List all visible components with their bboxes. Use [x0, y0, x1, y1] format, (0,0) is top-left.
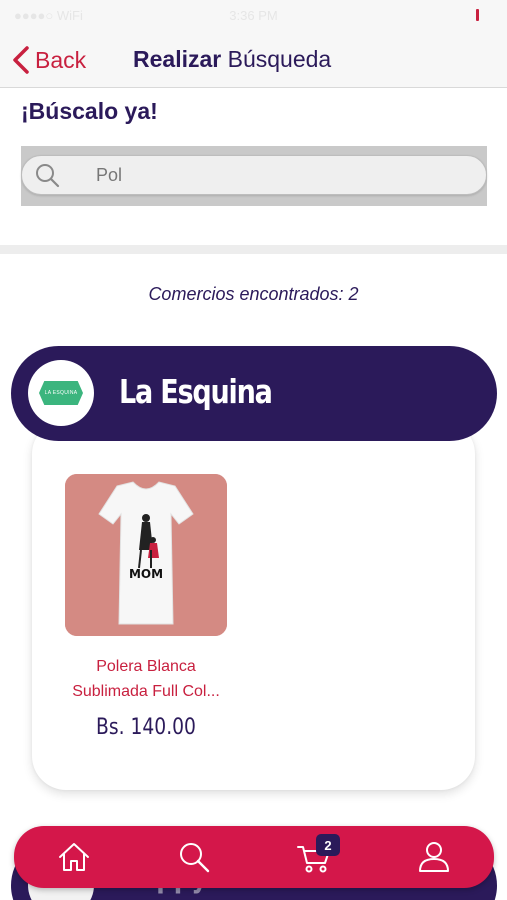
product-card[interactable]: MOM Polera Blanca Sublimada Full Col... …: [65, 474, 227, 740]
store-name: La Esquina: [119, 372, 273, 411]
back-button[interactable]: Back: [10, 42, 86, 78]
cart-count-badge: 2: [316, 834, 340, 856]
product-image: MOM: [65, 474, 227, 636]
search-icon: [180, 843, 210, 873]
product-name-line2: Sublimada Full Col...: [72, 683, 220, 700]
tab-search[interactable]: [164, 830, 224, 884]
back-label: Back: [35, 46, 87, 73]
svg-text:MOM: MOM: [129, 567, 163, 581]
product-name: Polera Blanca Sublimada Full Col...: [45, 654, 247, 704]
section-divider: [0, 245, 507, 254]
search-heading: ¡Búscalo ya!: [21, 98, 158, 124]
results-count: Comercios encontrados: 2: [148, 284, 359, 304]
battery-icon: [476, 9, 479, 21]
product-price: Bs. 140.00: [96, 715, 196, 740]
page-title-rest: Búsqueda: [227, 46, 332, 72]
search-input[interactable]: [96, 164, 446, 186]
store-logo-badge: LA ESQUINA: [39, 381, 83, 405]
user-icon: [419, 842, 449, 872]
search-icon: [36, 164, 60, 188]
store-header[interactable]: LA ESQUINA La Esquina: [11, 346, 497, 441]
home-icon: [59, 843, 89, 871]
page-title: Realizar Búsqueda: [133, 46, 331, 73]
tab-bar: 2: [14, 826, 494, 888]
tab-cart[interactable]: 2: [284, 830, 344, 884]
status-time: 3:36 PM: [229, 8, 278, 23]
tab-profile[interactable]: [404, 830, 464, 884]
tshirt-image: MOM: [65, 474, 227, 636]
navigation-bar: Back Realizar Búsqueda: [0, 34, 507, 88]
search-bar-container: [21, 146, 487, 206]
search-field[interactable]: [21, 155, 487, 195]
page-title-bold: Realizar: [133, 46, 222, 72]
product-name-line1: Polera Blanca: [96, 658, 196, 675]
chevron-left-icon: [13, 46, 29, 74]
tab-home[interactable]: [44, 830, 104, 884]
status-bar: ●●●●○ WiFi 3:36 PM: [0, 0, 507, 34]
store-logo: LA ESQUINA: [28, 360, 94, 426]
